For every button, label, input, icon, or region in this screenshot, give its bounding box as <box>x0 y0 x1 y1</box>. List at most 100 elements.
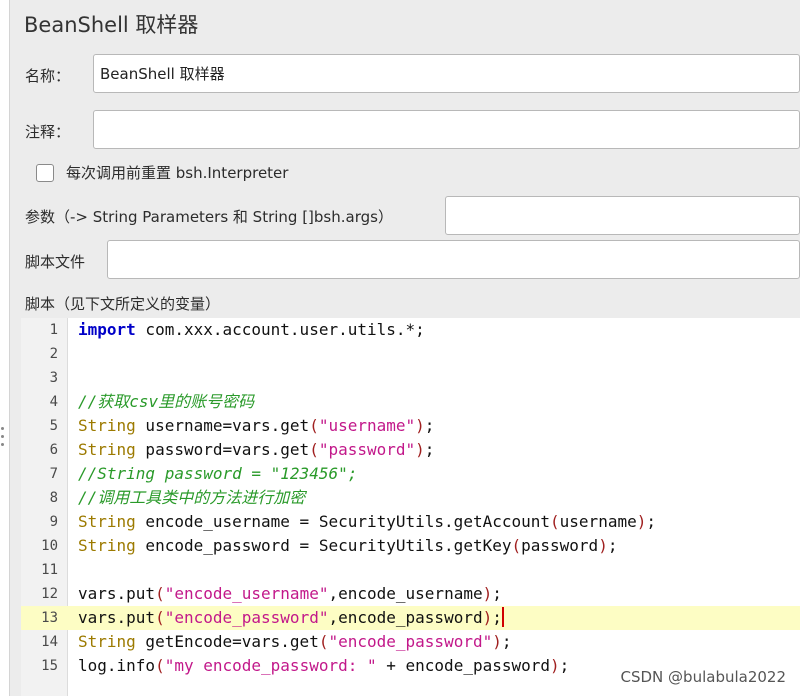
code-token: encode_username = SecurityUtils.getAccou… <box>135 512 551 531</box>
name-label: 名称： <box>25 67 71 85</box>
code-line[interactable]: 8 //调用工具类中的方法进行加密 <box>21 486 800 510</box>
parameters-input[interactable] <box>445 196 800 235</box>
code-token: ,encode_username <box>328 584 483 603</box>
code-token: ) <box>550 656 560 675</box>
code-token: String <box>78 416 136 435</box>
line-number: 7 <box>49 466 58 482</box>
line-number: 3 <box>49 370 58 386</box>
script-editor[interactable]: 1 import com.xxx.account.user.utils.*; 2 3 4… <box>21 318 800 696</box>
code-token: ) <box>492 632 502 651</box>
parameters-label: 参数（-> String Parameters 和 String []bsh.a… <box>25 208 393 226</box>
code-line[interactable]: 9 String encode_username = SecurityUtils.… <box>21 510 800 534</box>
code-token: ; <box>492 584 502 603</box>
line-number: 8 <box>49 490 58 506</box>
code-line[interactable]: 14 String getEncode=vars.get("encode_pass… <box>21 630 800 654</box>
code-line[interactable]: 10 String encode_password = SecurityUtils… <box>21 534 800 558</box>
code-line[interactable]: 3 <box>21 366 800 390</box>
code-token: ,encode_password <box>328 608 483 627</box>
script-file-label: 脚本文件 <box>25 253 86 271</box>
code-token: "my encode_password: " <box>164 656 377 675</box>
code-token: ) <box>415 440 425 459</box>
code-token: ) <box>415 416 425 435</box>
code-token: username=vars.get <box>135 416 310 435</box>
left-tree-pane-edge <box>0 0 10 696</box>
code-token: encode_password = SecurityUtils.getKey <box>135 536 512 555</box>
code-token: + encode_password <box>376 656 551 675</box>
script-label: 脚本（见下文所定义的变量） <box>25 295 221 313</box>
code-token: //调用工具类中的方法进行加密 <box>78 488 306 507</box>
code-text: log.info("my encode_password: " + encode… <box>78 654 569 678</box>
code-text: String encode_username = SecurityUtils.g… <box>78 510 656 534</box>
text-caret <box>501 607 504 627</box>
name-input[interactable] <box>93 54 800 93</box>
code-token: log.info <box>78 656 156 675</box>
code-line[interactable]: 4 //获取csv里的账号密码 <box>21 390 800 414</box>
code-line[interactable]: 1 import com.xxx.account.user.utils.*; <box>21 318 800 342</box>
code-token: //获取csv里的账号密码 <box>78 392 255 411</box>
code-token: ; <box>607 536 618 555</box>
code-token: String <box>78 632 136 651</box>
reset-interpreter-checkbox[interactable] <box>36 164 54 182</box>
beanshell-sampler-panel: BeanShell 取样器 名称： 注释： 每次调用前重置 bsh.Interp… <box>10 0 800 696</box>
code-token: ( <box>155 656 165 675</box>
code-text: //获取csv里的账号密码 <box>78 390 254 414</box>
code-token: ) <box>482 584 493 603</box>
comment-input[interactable] <box>93 110 800 149</box>
code-token: "username" <box>318 416 416 435</box>
line-number: 10 <box>41 538 58 554</box>
code-token: ; <box>424 440 435 459</box>
code-line[interactable]: 5 String username=vars.get("username"); <box>21 414 800 438</box>
code-text: vars.put("encode_username",encode_userna… <box>78 582 502 606</box>
code-token: ; <box>424 416 435 435</box>
code-token: "encode_password" <box>328 632 493 651</box>
code-line[interactable]: 12 vars.put("encode_username",encode_user… <box>21 582 800 606</box>
code-line[interactable]: 13 vars.put("encode_password",encode_pass… <box>21 606 800 630</box>
code-token: ( <box>309 440 319 459</box>
code-token: ( <box>550 512 560 531</box>
code-text: String password=vars.get("password"); <box>78 438 434 462</box>
drag-handle-icon[interactable] <box>1 427 5 447</box>
code-text: //调用工具类中的方法进行加密 <box>78 486 305 510</box>
code-text: import com.xxx.account.user.utils.*; <box>78 318 425 342</box>
code-token: "encode_username" <box>164 584 329 603</box>
code-token: ) <box>636 512 647 531</box>
code-token: String <box>78 512 136 531</box>
code-line[interactable]: 6 String password=vars.get("password"); <box>21 438 800 462</box>
code-text: String getEncode=vars.get("encode_passwo… <box>78 630 512 654</box>
code-token: ( <box>511 536 522 555</box>
code-token: ; <box>501 632 512 651</box>
code-token: vars.put <box>78 584 156 603</box>
page-title: BeanShell 取样器 <box>24 13 199 37</box>
code-token: ( <box>155 584 165 603</box>
line-number: 11 <box>41 562 58 578</box>
watermark: CSDN @bulabula2022 <box>620 668 786 686</box>
code-token: password=vars.get <box>135 440 310 459</box>
code-token: password <box>521 536 599 555</box>
code-line[interactable]: 2 <box>21 342 800 366</box>
code-token: getEncode=vars.get <box>135 632 319 651</box>
code-token: String <box>78 440 136 459</box>
code-token: //String password = "123456"; <box>78 464 358 483</box>
script-file-input[interactable] <box>107 240 800 279</box>
line-number: 4 <box>49 394 58 410</box>
code-token: vars.put <box>78 608 156 627</box>
line-number: 1 <box>49 322 58 338</box>
code-line[interactable]: 11 <box>21 558 800 582</box>
code-token: ( <box>309 416 319 435</box>
code-text: String username=vars.get("username"); <box>78 414 434 438</box>
code-token: "password" <box>318 440 416 459</box>
line-number: 6 <box>49 442 58 458</box>
code-line[interactable]: 7 //String password = "123456"; <box>21 462 800 486</box>
code-text: String encode_password = SecurityUtils.g… <box>78 534 617 558</box>
code-token: import <box>78 320 136 339</box>
line-number: 15 <box>41 658 58 674</box>
code-token: ( <box>155 608 165 627</box>
code-token: String <box>78 536 136 555</box>
code-text: //String password = "123456"; <box>78 462 357 486</box>
code-token: ) <box>482 608 493 627</box>
code-token: ; <box>492 608 502 627</box>
reset-interpreter-label: 每次调用前重置 bsh.Interpreter <box>66 164 289 182</box>
code-token: "encode_password" <box>164 608 329 627</box>
line-number: 2 <box>49 346 58 362</box>
code-token: ; <box>646 512 656 531</box>
